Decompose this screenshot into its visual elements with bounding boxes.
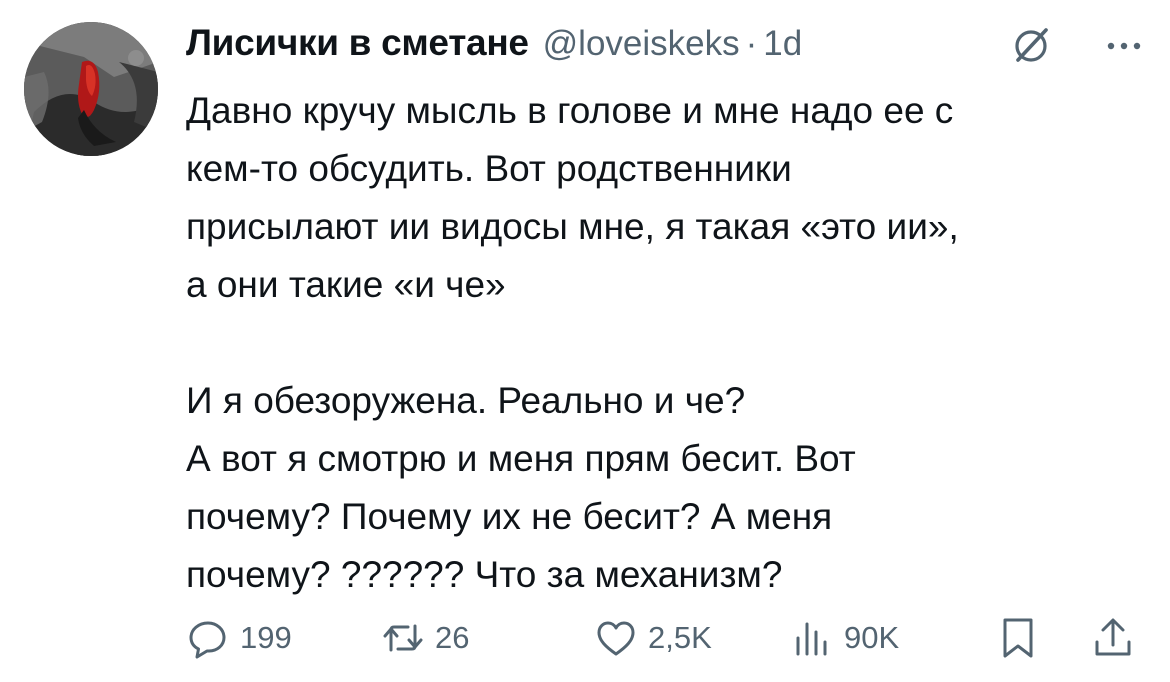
bookmark-icon [1003, 618, 1033, 658]
views-count: 90K [844, 620, 900, 655]
like-count: 2,5K [648, 620, 712, 655]
more-icon[interactable] [1102, 24, 1146, 68]
avatar[interactable] [24, 22, 158, 156]
tweet-paragraph: Давно кручу мысль в голове и мне надо ее… [186, 90, 959, 305]
tweet-actions: 199 26 2,5K 90K [186, 610, 1146, 666]
user-handle[interactable]: @loveiskeks [543, 24, 740, 64]
retweet-icon [383, 624, 423, 652]
retweet-button[interactable]: 26 [381, 610, 469, 666]
reply-count: 199 [240, 620, 292, 655]
display-name[interactable]: Лисички в сметане [186, 22, 529, 64]
header-actions [1010, 22, 1146, 70]
bookmark-button[interactable] [996, 610, 1040, 666]
tweet-header: Лисички в сметане @loveiskeks · 1d [186, 22, 802, 72]
tweet-text: Давно кручу мысль в голове и мне надо ее… [186, 82, 1156, 604]
like-button[interactable]: 2,5K [594, 610, 712, 666]
grok-icon[interactable] [1010, 24, 1054, 68]
retweet-count: 26 [435, 620, 470, 655]
avatar-image [24, 22, 158, 156]
reply-button[interactable]: 199 [186, 610, 292, 666]
tweet: Лисички в сметане @loveiskeks · 1d Давно… [0, 0, 1170, 682]
reply-icon [189, 621, 226, 659]
header-separator: · [745, 24, 758, 63]
share-button[interactable] [1091, 610, 1135, 666]
heart-icon [597, 621, 635, 656]
tweet-paragraph: И я обезоружена. Реально и че? А вот я с… [186, 380, 856, 595]
views-icon [796, 622, 827, 656]
tweet-timestamp[interactable]: 1d [763, 24, 802, 64]
share-icon [1095, 618, 1131, 656]
views-button[interactable]: 90K [790, 610, 899, 666]
